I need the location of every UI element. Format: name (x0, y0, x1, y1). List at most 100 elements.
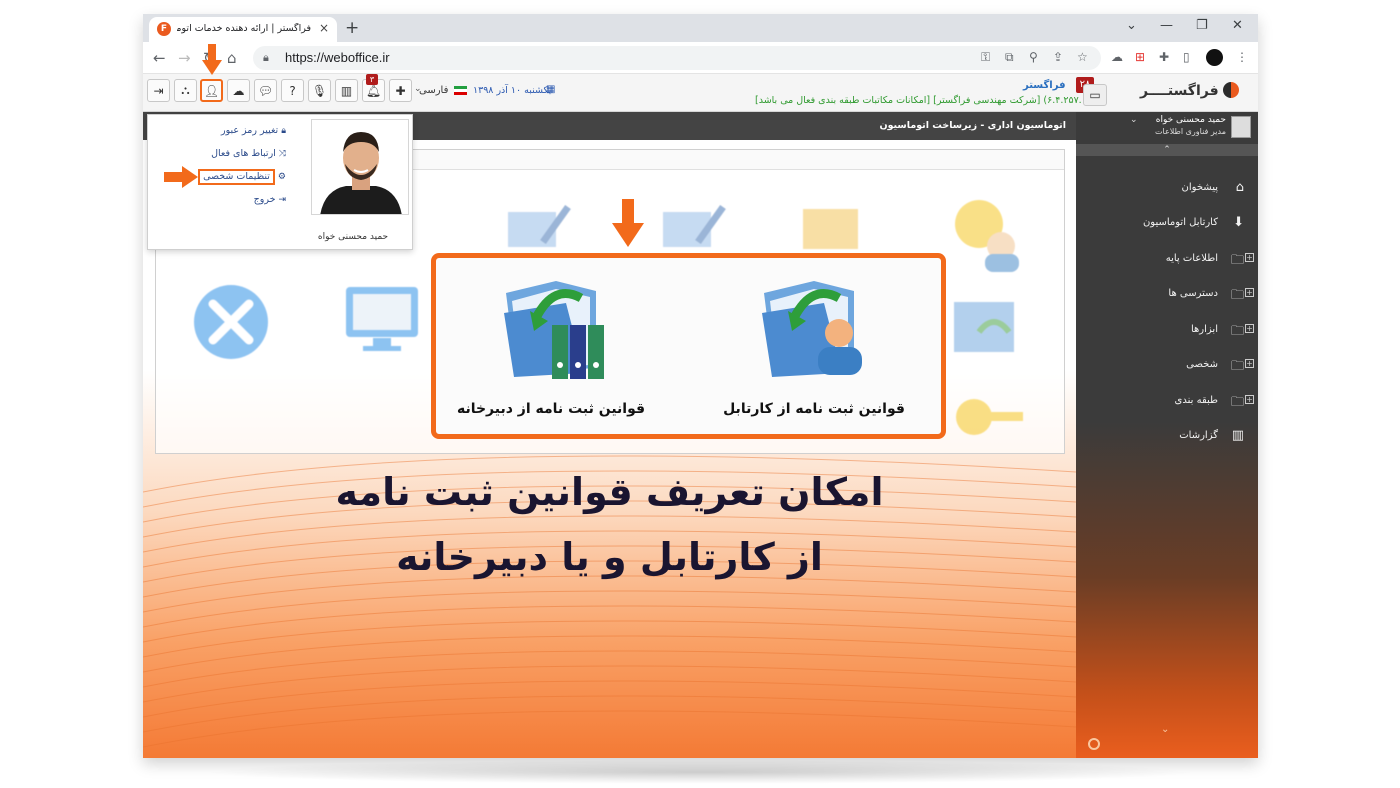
key-icon[interactable]: ⚿ (981, 50, 990, 65)
expand-plus-icon[interactable]: + (1245, 359, 1254, 368)
chart-icon: ▥ (1231, 428, 1244, 443)
sidebar: ⌄ حمید محسنی خواه مدیر فناوری اطلاعات ⌃ … (1076, 112, 1258, 758)
sidebar-logo-icon (1088, 738, 1100, 750)
browser-tab[interactable]: F فراگستر | ارائه دهنده خدمات اتوماسیون … (149, 17, 337, 42)
sidepanel-icon[interactable]: ▯ (1183, 50, 1190, 64)
extension-cloud-icon[interactable]: ☁ (1111, 50, 1123, 64)
logout-icon[interactable]: ⇥ (147, 79, 170, 102)
browser-menu-icon[interactable]: ⋮ (1236, 50, 1248, 64)
plugin-icon[interactable]: ✚ (389, 79, 412, 102)
app-toolbar: ⇥ ⛬ 👤︎ ☁ 💬︎ ? 🎙︎ ▥ 🔔︎ ۳ ✚ فارسی ⌄ ▦ یکشن… (143, 74, 1258, 112)
user-settings-icon (955, 200, 1019, 272)
org-chart-icon[interactable]: ⛬ (174, 79, 197, 102)
menu-item-logout[interactable]: ⇥خروج (158, 192, 288, 215)
notification-badge: ۳ (366, 74, 378, 85)
share-icon[interactable]: ⇪ (1053, 50, 1063, 64)
chevron-down-icon: ⌄ (414, 84, 422, 94)
lock-icon: 🔒︎ (281, 126, 286, 136)
expand-plus-icon[interactable]: + (1245, 395, 1254, 404)
maximize-button[interactable]: ❐ (1196, 18, 1208, 33)
sidebar-item-base-info[interactable]: + 🗀 اطلاعات پایه (1076, 245, 1258, 275)
cartable-rules-label: قوانین ثبت نامه از کارتابل (723, 401, 905, 417)
home-icon[interactable]: ⌂ (227, 49, 237, 67)
gear-icon: ⚙ (277, 172, 286, 182)
org-subtitle: (۶.۴.۲۵۷.۱) [شرکت مهندسی فراگستر] [امکان… (755, 95, 1091, 106)
sidebar-item-dashboard[interactable]: ⌂ پیشخوان (1076, 174, 1258, 204)
breadcrumb: اتوماسیون اداری - زیرساخت اتوماسیون (879, 120, 1066, 131)
favicon-icon: F (157, 22, 171, 36)
iran-flag-icon (454, 86, 467, 95)
url-text[interactable]: https://weboffice.ir (285, 50, 390, 65)
sidebar-user-role: مدیر فناوری اطلاعات (1155, 127, 1226, 136)
folder-binders-icon (504, 281, 604, 379)
forward-icon[interactable]: → (178, 49, 191, 67)
inbox-icon[interactable]: ▭ (1083, 84, 1107, 106)
new-tab-button[interactable]: + (345, 18, 359, 38)
omnibox[interactable]: 🔒︎ https://weboffice.ir (253, 46, 1101, 70)
sidebar-item-cartable[interactable]: ⬇ کارتابل اتوماسیون (1076, 209, 1258, 239)
menu-item-change-password[interactable]: 🔒︎تغییر رمز عبور (158, 123, 288, 146)
inbox-icon: ⬇ (1233, 215, 1244, 230)
close-window-button[interactable]: ✕ (1232, 18, 1243, 33)
tools-icon (194, 285, 268, 359)
help-icon[interactable]: ? (281, 79, 304, 102)
profile-avatar[interactable] (1206, 49, 1223, 66)
sidebar-user-box[interactable]: ⌄ حمید محسنی خواه مدیر فناوری اطلاعات (1076, 112, 1258, 144)
logout-icon: ⇥ (278, 195, 286, 205)
arrow-down-icon (202, 44, 222, 75)
sidebar-item-tools[interactable]: + 🗀 ابزارها (1076, 316, 1258, 346)
current-date: یکشنبه ۱۰ آذر ۱۳۹۸ (473, 85, 552, 96)
expand-plus-icon[interactable]: + (1245, 324, 1254, 333)
scroll-down-icon[interactable]: ⌄ (1161, 724, 1169, 735)
minimize-button[interactable]: — (1160, 18, 1173, 33)
highlight-box: قوانین ثبت نامه از کارتابل قوانین ثبت نا… (431, 253, 946, 439)
sidebar-item-access[interactable]: + 🗀 دسترسی ها (1076, 280, 1258, 310)
dropdown-user-name: حمید محسنی خواه (317, 232, 389, 242)
user-dropdown: 🔒︎تغییر رمز عبور ⤨ارتباط های فعال ⚙تنظیم… (147, 114, 413, 250)
address-bar: ← → ↻ ⌂ 🔒︎ https://weboffice.ir ⚿ ⧉ ⚲ ⇪ … (143, 42, 1258, 74)
folder-icon: 🗀 (1230, 253, 1244, 268)
key-icon (956, 399, 1023, 435)
page-shadow (200, 760, 1200, 784)
expand-plus-icon[interactable]: + (1245, 288, 1254, 297)
edit-folder-icon (663, 204, 726, 247)
folder-icon: 🗀 (1230, 324, 1244, 339)
secretariat-rules-item[interactable]: قوانین ثبت نامه از دبیرخانه (441, 273, 661, 423)
sidebar-user-name: حمید محسنی خواه (1155, 115, 1226, 125)
home-icon: ⌂ (1235, 180, 1244, 195)
folder-icon: 🗀 (1230, 288, 1244, 303)
translate-icon[interactable]: ⧉ (1005, 50, 1014, 65)
bookmark-star-icon[interactable]: ☆ (1077, 50, 1088, 64)
edit-folder-icon (508, 204, 571, 247)
tab-close-button[interactable]: × (319, 21, 329, 35)
folder-icon: 🗀 (1230, 395, 1244, 410)
expand-plus-icon[interactable]: + (1245, 253, 1254, 262)
sidebar-item-personal[interactable]: + 🗀 شخصی (1076, 351, 1258, 381)
language-select[interactable]: فارسی (419, 85, 448, 96)
user-portrait-image (312, 120, 408, 214)
message-icon[interactable]: 💬︎ (254, 79, 277, 102)
user-profile-button[interactable]: 👤︎ (200, 79, 223, 102)
collapse-up-icon[interactable]: ⌃ (1076, 144, 1258, 156)
zoom-icon[interactable]: ⚲ (1029, 50, 1038, 64)
browser-window: F فراگستر | ارائه دهنده خدمات اتوماسیون … (143, 14, 1258, 758)
extension-plus-icon[interactable]: ⊞ (1135, 50, 1145, 64)
secretariat-rules-label: قوانین ثبت نامه از دبیرخانه (456, 401, 646, 417)
extensions-puzzle-icon[interactable]: ✚ (1159, 50, 1169, 64)
back-icon[interactable]: ← (153, 49, 166, 67)
tab-strip: F فراگستر | ارائه دهنده خدمات اتوماسیون … (143, 14, 1258, 42)
lock-icon: 🔒︎ (263, 51, 269, 64)
report-chart-icon[interactable]: ▥ (335, 79, 358, 102)
cartable-rules-item[interactable]: قوانین ثبت نامه از کارتابل (704, 273, 924, 423)
arrow-right-icon (164, 166, 198, 188)
avatar (1231, 116, 1251, 138)
microphone-icon[interactable]: 🎙︎ (308, 79, 331, 102)
sidebar-item-classification[interactable]: + 🗀 طبقه بندی (1076, 387, 1258, 417)
shuffle-icon: ⤨ (278, 149, 286, 159)
folder-arrow-icon (954, 302, 1014, 352)
arrow-down-icon (612, 199, 644, 247)
tab-search-icon[interactable]: ⌄ (1126, 18, 1137, 33)
folder-files-icon (803, 209, 858, 249)
chat-group-icon[interactable]: ☁ (227, 79, 250, 102)
sidebar-item-reports[interactable]: ▥ گزارشات (1076, 422, 1258, 452)
